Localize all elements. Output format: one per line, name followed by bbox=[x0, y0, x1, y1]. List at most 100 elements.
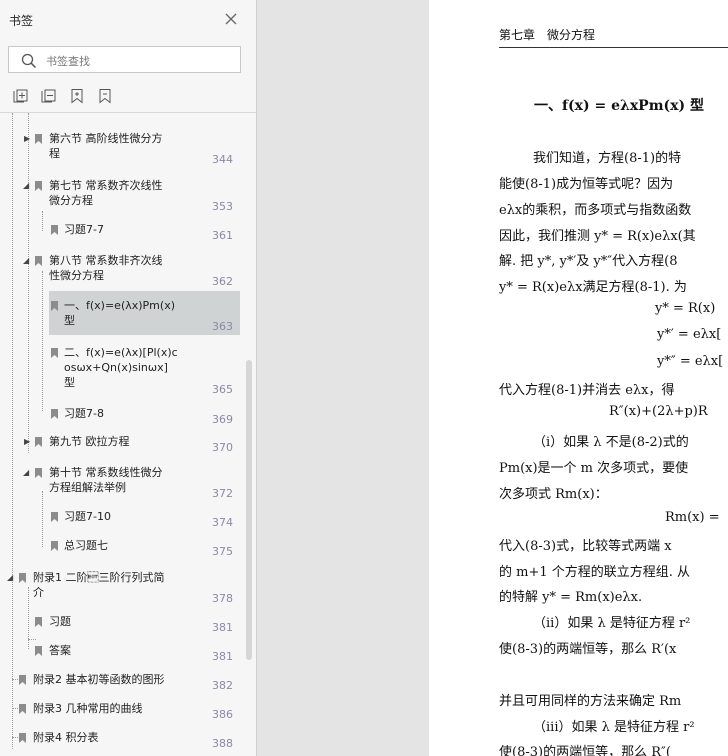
page-number: 369 bbox=[212, 413, 233, 426]
bookmark-item[interactable]: 总习题七 375 bbox=[0, 537, 244, 565]
remove-bookmark-icon[interactable] bbox=[97, 88, 113, 104]
bookmark-label-cont: osωx+Qn(x)sinωx] bbox=[64, 361, 168, 374]
bookmark-label: 第六节 高阶线性微分方 bbox=[49, 132, 163, 145]
bookmark-item[interactable]: 习题 381 bbox=[0, 613, 244, 641]
page-number: 361 bbox=[212, 229, 233, 242]
bookmark-icon bbox=[35, 617, 42, 627]
page-number: 386 bbox=[212, 708, 233, 721]
bookmark-item[interactable]: 答案 381 bbox=[0, 642, 244, 670]
search-icon bbox=[21, 53, 37, 69]
bookmark-item[interactable]: 二、f(x)=e(λx)[Pl(x)c osωx+Qn(x)sinωx] 型 3… bbox=[0, 344, 244, 402]
bookmark-label-cont: 型 bbox=[64, 376, 75, 389]
bookmark-item[interactable]: 附录3 几种常用的曲线 386 bbox=[0, 700, 244, 728]
add-bookmark-icon[interactable] bbox=[69, 88, 85, 104]
text-line: 解. 把 y*, y*′及 y*″代入方程(8 bbox=[499, 254, 678, 269]
text-line: y* = R(x)eλx满足方程(8-1). 为 bbox=[499, 280, 687, 295]
bookmark-item[interactable]: ◢ 第七节 常系数齐次线性 微分方程 353 bbox=[0, 176, 244, 218]
text-line: 次多项式 Rm(x)： bbox=[499, 487, 608, 502]
bookmark-label-cont: 方程组解法举例 bbox=[49, 481, 126, 494]
bookmark-label-cont: 微分方程 bbox=[49, 194, 93, 207]
section-heading: 一、f(x) = eλxPm(x) 型 bbox=[534, 98, 704, 114]
bookmark-label: 一、f(x)=e(λx)Pm(x) bbox=[64, 299, 175, 312]
bookmark-item[interactable]: ▶ 第六节 高阶线性微分方 程 344 bbox=[0, 129, 244, 171]
text-line: （iii）如果 λ 是特征方程 r² bbox=[533, 720, 695, 735]
page-number: 370 bbox=[212, 441, 233, 454]
equation: Rm(x) = bbox=[665, 510, 720, 525]
bookmark-item-selected[interactable]: 一、f(x)=e(λx)Pm(x) 型 363 bbox=[0, 291, 244, 335]
document-background bbox=[257, 0, 429, 756]
expand-arrow-icon[interactable]: ▶ bbox=[24, 437, 30, 447]
text-line: （i）如果 λ 不是(8-2)式的 bbox=[533, 435, 689, 450]
text-line: 代入(8-3)式，比较等式两端 x bbox=[499, 539, 672, 554]
collapse-arrow-icon[interactable]: ◢ bbox=[7, 573, 13, 583]
bookmark-label: 附录4 积分表 bbox=[33, 731, 99, 744]
bookmark-item[interactable]: 附录2 基本初等函数的图形 382 bbox=[0, 671, 244, 699]
page-number: 362 bbox=[212, 275, 233, 288]
bookmark-label: 总习题七 bbox=[64, 539, 108, 552]
page-number: 374 bbox=[212, 516, 233, 529]
collapse-all-icon[interactable] bbox=[41, 88, 57, 104]
bookmark-icon bbox=[35, 256, 42, 266]
bookmark-item[interactable]: 习题7-7 361 bbox=[0, 221, 244, 249]
pdf-page: 第七章 微分方程 一、f(x) = eλxPm(x) 型 我们知道，方程(8-1… bbox=[429, 0, 728, 756]
text-line: 能使(8-1)成为恒等式呢？因为 bbox=[499, 177, 674, 192]
bookmark-item[interactable]: 习题7-10 374 bbox=[0, 508, 244, 536]
bookmark-label: 附录2 基本初等函数的图形 bbox=[33, 673, 165, 686]
bookmark-item[interactable]: 附录4 积分表 388 bbox=[0, 729, 244, 756]
page-number: 365 bbox=[212, 383, 233, 396]
equation: R″(x)+(2λ+p)R bbox=[609, 404, 708, 419]
close-icon[interactable] bbox=[224, 12, 238, 26]
equation: y*″ = eλx[ bbox=[657, 354, 724, 369]
bookmark-label: 习题7-10 bbox=[64, 510, 111, 523]
bookmark-icon bbox=[19, 704, 26, 714]
scrollbar-thumb[interactable] bbox=[246, 360, 252, 660]
bookmark-label-cont: 型 bbox=[64, 314, 75, 327]
bookmark-icon bbox=[19, 733, 26, 743]
expand-all-icon[interactable] bbox=[13, 88, 29, 104]
text-line: eλx的乘积，而多项式与指数函数 bbox=[499, 203, 692, 218]
text-line: 的特解 y* = Rm(x)eλx. bbox=[499, 590, 643, 605]
bookmark-icon bbox=[35, 181, 42, 191]
bookmark-icon bbox=[51, 409, 58, 419]
bookmark-panel: 书签 书签查找 ▶ 第六节 高阶线性微分方 程 344 ◢ 第七节 常系数齐次线… bbox=[0, 0, 257, 756]
bookmark-label: 第七节 常系数齐次线性 bbox=[49, 179, 163, 192]
search-placeholder: 书签查找 bbox=[46, 55, 90, 68]
bookmark-label: 第十节 常系数线性微分 bbox=[49, 466, 163, 479]
bookmark-label-cont: 介 bbox=[33, 586, 44, 599]
collapse-arrow-icon[interactable]: ◢ bbox=[23, 468, 29, 478]
bookmark-item[interactable]: ◢ 附录1 二阶三阶行列式简 介 378 bbox=[0, 568, 244, 610]
bookmark-item[interactable]: ◢ 第十节 常系数线性微分 方程组解法举例 372 bbox=[0, 463, 244, 505]
page-number: 381 bbox=[212, 621, 233, 634]
bookmark-tree: ▶ 第六节 高阶线性微分方 程 344 ◢ 第七节 常系数齐次线性 微分方程 3… bbox=[0, 113, 256, 756]
text-line: 我们知道，方程(8-1)的特 bbox=[533, 151, 682, 166]
running-header: 第七章 微分方程 bbox=[499, 28, 596, 42]
collapse-arrow-icon[interactable]: ◢ bbox=[23, 181, 29, 191]
bookmark-item[interactable]: ▶ 第九节 欧拉方程 370 bbox=[0, 433, 244, 461]
bookmark-icon bbox=[51, 512, 58, 522]
bookmark-label: 习题 bbox=[49, 615, 71, 628]
bookmark-icon bbox=[35, 437, 42, 447]
page-number: 372 bbox=[212, 487, 233, 500]
equation: y* = R(x) bbox=[655, 301, 716, 316]
bookmark-label: 第九节 欧拉方程 bbox=[49, 435, 130, 448]
bookmark-label: 附录1 二阶三阶行列式简 bbox=[33, 571, 165, 584]
expand-arrow-icon[interactable]: ▶ bbox=[24, 134, 30, 144]
bookmark-label: 答案 bbox=[49, 644, 71, 657]
bookmark-label: 附录3 几种常用的曲线 bbox=[33, 702, 143, 715]
page-number: 378 bbox=[212, 592, 233, 605]
text-line: 并且可用同样的方法来确定 Rm bbox=[499, 694, 682, 709]
header-rule bbox=[499, 47, 728, 48]
bookmark-item[interactable]: 习题7-8 369 bbox=[0, 405, 244, 433]
panel-title: 书签 bbox=[9, 14, 34, 28]
bookmark-icon bbox=[35, 468, 42, 478]
collapse-arrow-icon[interactable]: ◢ bbox=[23, 256, 29, 266]
text-line: 代入方程(8-1)并消去 eλx，得 bbox=[499, 383, 675, 398]
bookmark-search-input[interactable]: 书签查找 bbox=[8, 46, 241, 73]
bookmark-item[interactable]: ◢ 第八节 常系数非齐次线 性微分方程 362 bbox=[0, 251, 244, 293]
bookmark-label: 第八节 常系数非齐次线 bbox=[49, 254, 163, 267]
text-line: 的 m+1 个方程的联立方程组. 从 bbox=[499, 565, 691, 580]
page-number: 382 bbox=[212, 679, 233, 692]
bookmark-icon bbox=[35, 134, 42, 144]
equation: y*′ = eλx[ bbox=[657, 327, 722, 342]
bookmark-label: 习题7-8 bbox=[64, 407, 104, 420]
